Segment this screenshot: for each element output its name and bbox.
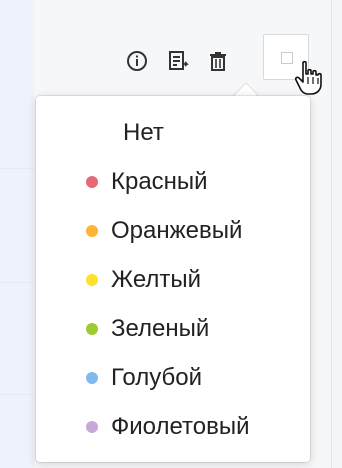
document-export-icon[interactable] [161, 44, 195, 78]
background-divider [0, 282, 34, 283]
color-option-label: Желтый [111, 265, 202, 293]
hand-cursor-icon [294, 60, 322, 95]
green-dot-icon [86, 322, 98, 335]
color-option-label: Голубой [111, 363, 202, 391]
orange-dot-icon [86, 224, 98, 237]
blue-dot-icon [86, 371, 98, 384]
background-left-panel [0, 0, 34, 468]
background-right-panel [331, 0, 342, 468]
color-option-none[interactable]: Нет [36, 108, 310, 157]
color-menu: Нет Красный Оранжевый Желтый Зеленый Гол… [36, 96, 310, 462]
empty-swatch [281, 52, 293, 64]
color-option-blue[interactable]: Голубой [36, 353, 310, 402]
color-option-red[interactable]: Красный [36, 157, 310, 206]
background-divider [0, 394, 34, 395]
color-option-orange[interactable]: Оранжевый [36, 206, 310, 255]
yellow-dot-icon [86, 273, 98, 286]
background-divider [0, 168, 34, 169]
color-option-green[interactable]: Зеленый [36, 304, 310, 353]
color-option-label: Оранжевый [111, 216, 243, 244]
color-option-label: Красный [111, 167, 208, 195]
toolbar [110, 32, 322, 95]
color-option-label: Нет [123, 118, 164, 146]
color-option-yellow[interactable]: Желтый [36, 255, 310, 304]
popup-caret [233, 82, 259, 96]
red-dot-icon [86, 175, 98, 188]
trash-icon[interactable] [201, 44, 235, 78]
info-icon[interactable] [120, 44, 154, 78]
color-option-label: Фиолетовый [111, 412, 250, 440]
color-option-label: Зеленый [111, 314, 210, 342]
purple-dot-icon [86, 420, 98, 433]
color-option-purple[interactable]: Фиолетовый [36, 402, 310, 451]
